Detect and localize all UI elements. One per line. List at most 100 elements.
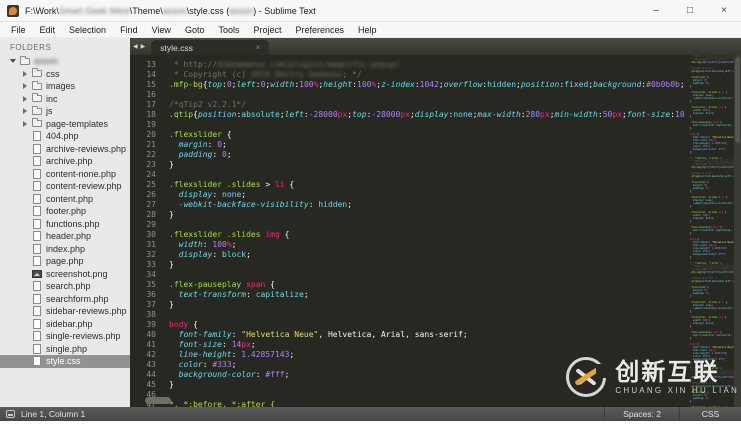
spaces-indicator[interactable]: Spaces: 2 bbox=[604, 407, 679, 421]
file-icon bbox=[30, 293, 43, 304]
line-number: 45 bbox=[146, 380, 156, 389]
file-icon bbox=[30, 218, 43, 229]
tree-item-archive-php[interactable]: archive.php bbox=[0, 155, 130, 168]
tree-item-inc[interactable]: inc bbox=[0, 93, 130, 106]
line-number: 40 bbox=[146, 330, 156, 339]
tree-item-sidebar-reviews-php[interactable]: sidebar-reviews.php bbox=[0, 305, 130, 318]
line-number: 21 bbox=[146, 140, 156, 149]
menu-item-goto[interactable]: Goto bbox=[178, 22, 212, 38]
file-icon bbox=[30, 318, 43, 329]
code-line: 15 .mfp-bg{top:0; left:0; width:100%; height… bbox=[130, 80, 741, 90]
code-line: 27 -webkit-backface-visibility: hidden; bbox=[130, 200, 741, 210]
tree-item-archive-reviews-php[interactable]: archive-reviews.php bbox=[0, 143, 130, 156]
cursor-position: Line 1, Column 1 bbox=[21, 409, 86, 419]
folder-icon bbox=[30, 118, 43, 128]
code-line: 26 display: none; bbox=[130, 190, 741, 200]
menu-item-tools[interactable]: Tools bbox=[211, 22, 246, 38]
code-line: .mfp-bg{top:0;left:0;width:100%;height:1… bbox=[690, 271, 734, 274]
vertical-scrollbar-thumb[interactable] bbox=[735, 57, 740, 143]
status-bar: Line 1, Column 1 Spaces: 2 CSS bbox=[0, 407, 741, 421]
code-line: 38 bbox=[130, 310, 741, 320]
tree-item-searchform-php[interactable]: searchform.php bbox=[0, 293, 130, 306]
sidebar[interactable]: FOLDERS asson css images inc js page-template… bbox=[0, 38, 130, 407]
tree-item-content-none-php[interactable]: content-none.php bbox=[0, 168, 130, 181]
code-line: 20 .flexslider { bbox=[130, 130, 741, 140]
tree-item-sidebar-php[interactable]: sidebar.php bbox=[0, 318, 130, 331]
menu-item-edit[interactable]: Edit bbox=[33, 22, 63, 38]
tree-item-label: index.php bbox=[46, 243, 86, 254]
minimap[interactable]: * http://dimsemenov.com/plugins/magnific… bbox=[690, 55, 734, 407]
code-line: .qtip{position:absolute;left:-28000px;to… bbox=[690, 280, 734, 283]
tree-item-header-php[interactable]: header.php bbox=[0, 230, 130, 243]
tree-item-single-reviews-php[interactable]: single-reviews.php bbox=[0, 330, 130, 343]
tree-item-label: inc bbox=[46, 93, 58, 104]
tree-item-content-review-php[interactable]: content-review.php bbox=[0, 180, 130, 193]
file-icon bbox=[30, 143, 43, 154]
tab-close-icon[interactable]: × bbox=[238, 43, 261, 52]
menu-item-project[interactable]: Project bbox=[246, 22, 288, 38]
chevron-right-icon bbox=[20, 95, 30, 102]
tab-nav-right-icon[interactable]: ▶ bbox=[141, 43, 146, 50]
tree-item-index-php[interactable]: index.php bbox=[0, 243, 130, 256]
tree-item-label: sidebar-reviews.php bbox=[46, 306, 127, 317]
menu-item-selection[interactable]: Selection bbox=[62, 22, 113, 38]
watermark-brand-cn: 创新互联 bbox=[615, 357, 720, 386]
window-controls: – □ × bbox=[639, 0, 741, 21]
line-number: 34 bbox=[146, 270, 156, 279]
maximize-button[interactable]: □ bbox=[673, 0, 707, 21]
line-number: 17 bbox=[146, 100, 156, 109]
menu-item-view[interactable]: View bbox=[145, 22, 178, 38]
code-line: 16 bbox=[130, 90, 741, 100]
code-line: 35 .flex-pauseplay span { bbox=[130, 280, 741, 290]
tree-item-style-css[interactable]: style.css bbox=[0, 355, 130, 368]
tree-item-screenshot-png[interactable]: screenshot.png bbox=[0, 268, 130, 281]
line-number: 32 bbox=[146, 250, 156, 259]
editor[interactable]: ◀ ▶ style.css × 13 * http://dimsemenov.c… bbox=[130, 38, 741, 407]
tree-item-images[interactable]: images bbox=[0, 80, 130, 93]
code-line: 29 bbox=[130, 220, 741, 230]
tree-item-page-templates[interactable]: page-templates bbox=[0, 118, 130, 131]
tab-label: style.css bbox=[160, 42, 193, 53]
tree-item-single-php[interactable]: single.php bbox=[0, 343, 130, 356]
code-line: 36 text-transform: capitalize; bbox=[130, 290, 741, 300]
title-segment: \Theme\ bbox=[129, 5, 163, 16]
tree-item-label: content-review.php bbox=[46, 181, 122, 192]
chevron-down-icon bbox=[8, 59, 18, 64]
line-number: 19 bbox=[146, 120, 156, 129]
tree-item-404-php[interactable]: 404.php bbox=[0, 130, 130, 143]
code-line: 25 .flexslider .slides > li { bbox=[130, 180, 741, 190]
line-number: 14 bbox=[146, 70, 156, 79]
code-area[interactable]: 13 * http://dimsemenov.com/plugins/magni… bbox=[130, 55, 741, 407]
code-line: 19 bbox=[130, 120, 741, 130]
tab-nav-left-icon[interactable]: ◀ bbox=[133, 43, 138, 50]
close-button[interactable]: × bbox=[707, 0, 741, 21]
watermark: 创新互联 CHUANG XIN HU LIAN bbox=[566, 357, 739, 397]
tree-item-page-php[interactable]: page.php bbox=[0, 255, 130, 268]
line-number: 27 bbox=[146, 200, 156, 209]
tree-item-js[interactable]: js bbox=[0, 105, 130, 118]
tree-item-search-php[interactable]: search.php bbox=[0, 280, 130, 293]
tree-item-label: searchform.php bbox=[46, 293, 109, 304]
code-line: -webkit-backface-visibility: hidden; bbox=[692, 202, 734, 205]
title-bar: F:\Work\Smart Geek West\Theme\asson\styl… bbox=[0, 0, 741, 22]
status-panel-icon[interactable] bbox=[6, 410, 15, 418]
menu-item-preferences[interactable]: Preferences bbox=[288, 22, 351, 38]
line-number: 43 bbox=[146, 360, 156, 369]
code-line: 33} bbox=[130, 260, 741, 270]
tree-item-label: sidebar.php bbox=[46, 318, 93, 329]
horizontal-scrollbar[interactable] bbox=[145, 397, 171, 404]
tree-item-label: asson bbox=[34, 56, 59, 67]
menu-item-file[interactable]: File bbox=[4, 22, 33, 38]
menu-item-help[interactable]: Help bbox=[351, 22, 384, 38]
tree-item-content-php[interactable]: content.php bbox=[0, 193, 130, 206]
tree-item-css[interactable]: css bbox=[0, 68, 130, 81]
tree-item-functions-php[interactable]: functions.php bbox=[0, 218, 130, 231]
code-line: 31 width: 100%; bbox=[130, 240, 741, 250]
tree-item-footer-php[interactable]: footer.php bbox=[0, 205, 130, 218]
minimize-button[interactable]: – bbox=[639, 0, 673, 21]
tab-style-css[interactable]: style.css × bbox=[151, 40, 270, 55]
menu-item-find[interactable]: Find bbox=[113, 22, 145, 38]
syntax-indicator[interactable]: CSS bbox=[679, 407, 741, 421]
vertical-scrollbar[interactable] bbox=[734, 55, 741, 407]
tree-item-asson[interactable]: asson bbox=[0, 55, 130, 68]
